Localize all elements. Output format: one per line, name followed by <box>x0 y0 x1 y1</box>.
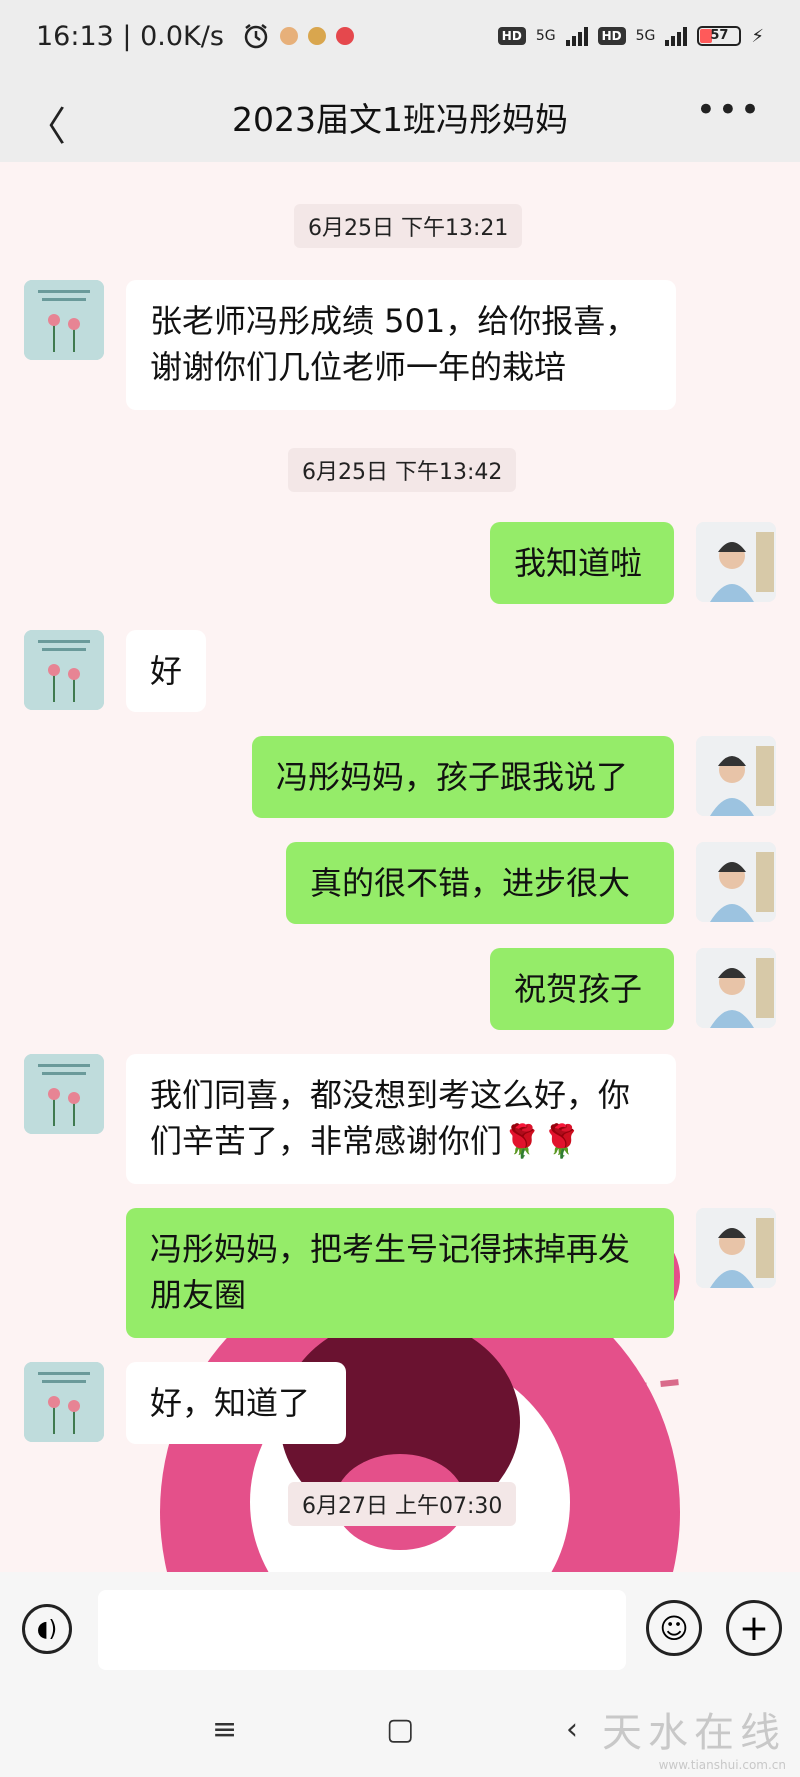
voice-input-icon[interactable]: ◖) <box>22 1604 72 1654</box>
teacher-avatar-image <box>696 1208 776 1288</box>
watermark-url: www.tianshui.com.cn <box>658 1758 786 1772</box>
status-notification-icons <box>242 22 354 50</box>
status-bar: 16:13 | 0.0K/s HD 5G HD 5G 57 ⚡ <box>0 0 800 72</box>
outgoing-message[interactable]: 冯彤妈妈，把考生号记得抹掉再发朋友圈 <box>126 1208 674 1338</box>
contact-avatar[interactable] <box>24 630 104 710</box>
teacher-avatar-image <box>696 842 776 922</box>
timestamp: 6月25日 下午13:42 <box>288 448 517 492</box>
watermark: 天水在线 www.tianshui.com.cn <box>602 1700 786 1772</box>
my-avatar[interactable] <box>696 948 776 1028</box>
flower-avatar-image <box>24 630 104 710</box>
incoming-message[interactable]: 张老师冯彤成绩 501，给你报喜，谢谢你们几位老师一年的栽培 <box>126 280 676 410</box>
home-icon[interactable]: ▢ <box>386 1712 414 1747</box>
outgoing-message[interactable]: 祝贺孩子 <box>490 948 674 1030</box>
incoming-message[interactable]: 好，知道了 <box>126 1362 346 1444</box>
contact-avatar[interactable] <box>24 1362 104 1442</box>
charging-icon: ⚡ <box>751 25 764 47</box>
timestamp: 6月27日 上午07:30 <box>288 1482 517 1526</box>
my-avatar[interactable] <box>696 842 776 922</box>
hd-badge: HD <box>497 27 526 45</box>
contact-avatar[interactable] <box>24 280 104 360</box>
app-notification-icon <box>335 27 354 45</box>
back-icon[interactable]: ‹ <box>566 1712 578 1747</box>
teacher-avatar-image <box>696 736 776 816</box>
outgoing-message[interactable]: 真的很不错，进步很大 <box>286 842 674 924</box>
signal-icon <box>565 26 588 46</box>
network-type: 5G <box>535 28 556 44</box>
network-type: 5G <box>635 28 656 44</box>
chat-area[interactable]: 6月25日 下午13:21 张老师冯彤成绩 501，给你报喜，谢谢你们几位老师一… <box>0 162 800 1572</box>
teacher-avatar-image <box>696 522 776 602</box>
emoji-icon[interactable]: ☺ <box>646 1600 702 1656</box>
timestamp: 6月25日 下午13:21 <box>294 204 523 248</box>
flower-avatar-image <box>24 280 104 360</box>
hd-badge: HD <box>597 27 626 45</box>
outgoing-message[interactable]: 我知道啦 <box>490 522 674 604</box>
menu-icon[interactable]: ≡ <box>212 1712 237 1747</box>
chat-header: 〈 2023届文1班冯彤妈妈 ••• <box>0 72 800 162</box>
app-notification-icon <box>279 27 298 45</box>
status-right-group: HD 5G HD 5G 57 ⚡ <box>497 25 764 47</box>
incoming-message[interactable]: 好 <box>126 630 206 712</box>
app-notification-icon <box>307 27 326 45</box>
teacher-avatar-image <box>696 948 776 1028</box>
battery-icon: 57 <box>697 26 742 46</box>
my-avatar[interactable] <box>696 736 776 816</box>
status-time: 16:13 | 0.0K/s <box>36 20 224 52</box>
contact-avatar[interactable] <box>24 1054 104 1134</box>
plus-icon[interactable]: + <box>726 1600 782 1656</box>
flower-avatar-image <box>24 1054 104 1134</box>
signal-icon <box>665 26 688 46</box>
system-navigation-bar: ≡ ▢ ‹ 天水在线 www.tianshui.com.cn <box>0 1692 800 1777</box>
chat-title: 2023届文1班冯彤妈妈 <box>232 100 568 139</box>
message-input-bar: ◖) ☺ + <box>0 1572 800 1692</box>
message-input[interactable] <box>98 1590 626 1670</box>
my-avatar[interactable] <box>696 1208 776 1288</box>
back-chevron-icon[interactable]: 〈 <box>26 94 66 152</box>
my-avatar[interactable] <box>696 522 776 602</box>
flower-avatar-image <box>24 1362 104 1442</box>
alarm-icon <box>244 24 268 49</box>
more-options-icon[interactable]: ••• <box>696 90 762 130</box>
watermark-text: 天水在线 <box>602 1710 786 1756</box>
incoming-message[interactable]: 我们同喜，都没想到考这么好，你们辛苦了，非常感谢你们🌹🌹 <box>126 1054 676 1184</box>
outgoing-message[interactable]: 冯彤妈妈，孩子跟我说了 <box>252 736 674 818</box>
battery-level: 57 <box>710 28 729 43</box>
